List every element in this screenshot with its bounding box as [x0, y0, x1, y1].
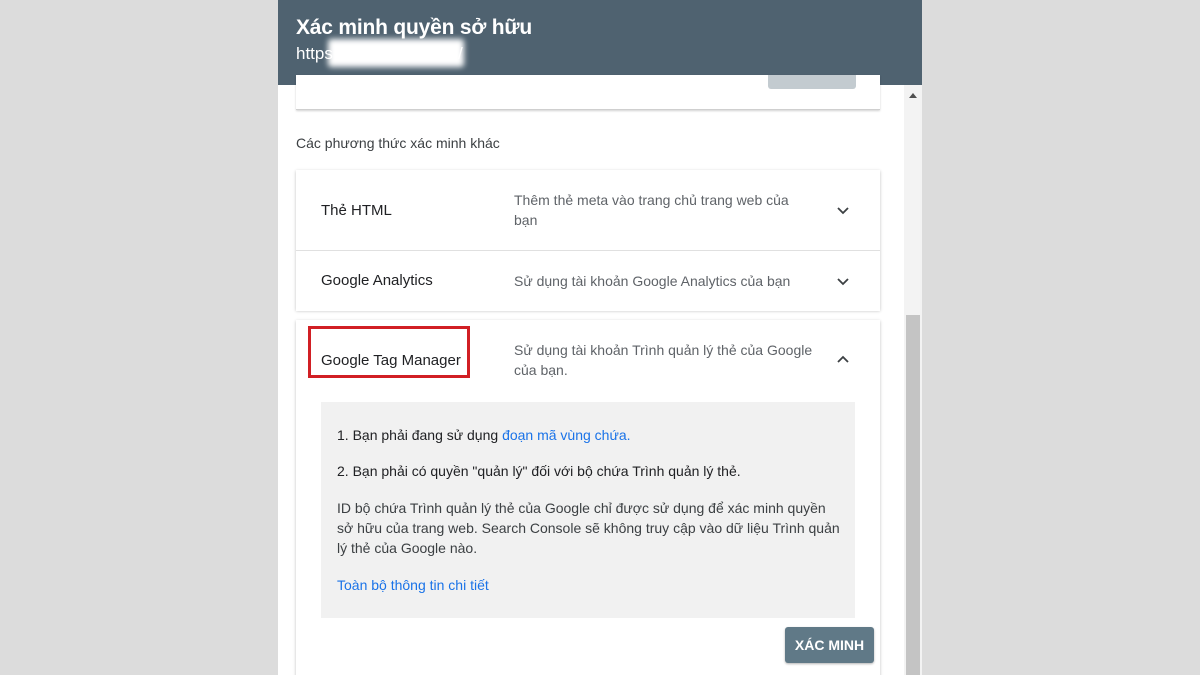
- chevron-down-icon[interactable]: [834, 272, 852, 290]
- chevron-up-icon[interactable]: [834, 351, 852, 369]
- redacted-url-mask: [328, 39, 464, 67]
- gtm-method-card: Google Tag Manager Sử dụng tài khoản Trì…: [296, 320, 880, 675]
- method-description: Sử dụng tài khoản Trình quản lý thẻ của …: [514, 342, 813, 378]
- method-name: Google Tag Manager: [321, 352, 461, 369]
- container-snippet-link[interactable]: đoạn mã vùng chứa.: [502, 427, 630, 443]
- previous-method-card: [296, 75, 880, 110]
- method-name: Google Analytics: [321, 272, 433, 289]
- property-url-suffix: /: [458, 44, 463, 63]
- method-row-html-tag[interactable]: Thẻ HTML Thêm thẻ meta vào trang chủ tra…: [296, 170, 880, 250]
- full-details-link[interactable]: Toàn bộ thông tin chi tiết: [337, 577, 489, 593]
- previous-method-button[interactable]: [768, 75, 856, 89]
- dialog-title: Xác minh quyền sở hữu: [296, 16, 532, 39]
- scroll-thumb[interactable]: [906, 315, 920, 675]
- method-row-google-tag-manager[interactable]: Google Tag Manager Sử dụng tài khoản Trì…: [296, 320, 880, 400]
- step-1-text: 1. Bạn phải đang sử dụng: [337, 427, 503, 443]
- other-methods-label: Các phương thức xác minh khác: [296, 135, 500, 151]
- dialog-content: Các phương thức xác minh khác Thẻ HTML T…: [278, 75, 904, 675]
- scrollbar[interactable]: [904, 85, 922, 675]
- methods-card: Thẻ HTML Thêm thẻ meta vào trang chủ tra…: [296, 170, 880, 311]
- gtm-instructions-panel: 1. Bạn phải đang sử dụng đoạn mã vùng ch…: [321, 402, 855, 618]
- step-1: 1. Bạn phải đang sử dụng đoạn mã vùng ch…: [337, 425, 842, 445]
- dialog-header: Xác minh quyền sở hữu https: /: [278, 0, 922, 85]
- method-row-google-analytics[interactable]: Google Analytics Sử dụng tài khoản Googl…: [296, 250, 880, 311]
- verify-button[interactable]: XÁC MINH: [785, 627, 874, 663]
- verify-ownership-dialog: Xác minh quyền sở hữu https: / Các phươn…: [278, 0, 922, 675]
- scroll-up-icon[interactable]: [909, 93, 917, 98]
- method-description: Sử dụng tài khoản Google Analytics của b…: [514, 273, 791, 289]
- method-name: Thẻ HTML: [321, 202, 392, 219]
- chevron-down-icon[interactable]: [834, 201, 852, 219]
- step-2: 2. Bạn phải có quyền "quản lý" đối với b…: [337, 463, 741, 479]
- method-description: Thêm thẻ meta vào trang chủ trang web củ…: [514, 192, 789, 228]
- gtm-note: ID bộ chứa Trình quản lý thẻ của Google …: [337, 500, 840, 556]
